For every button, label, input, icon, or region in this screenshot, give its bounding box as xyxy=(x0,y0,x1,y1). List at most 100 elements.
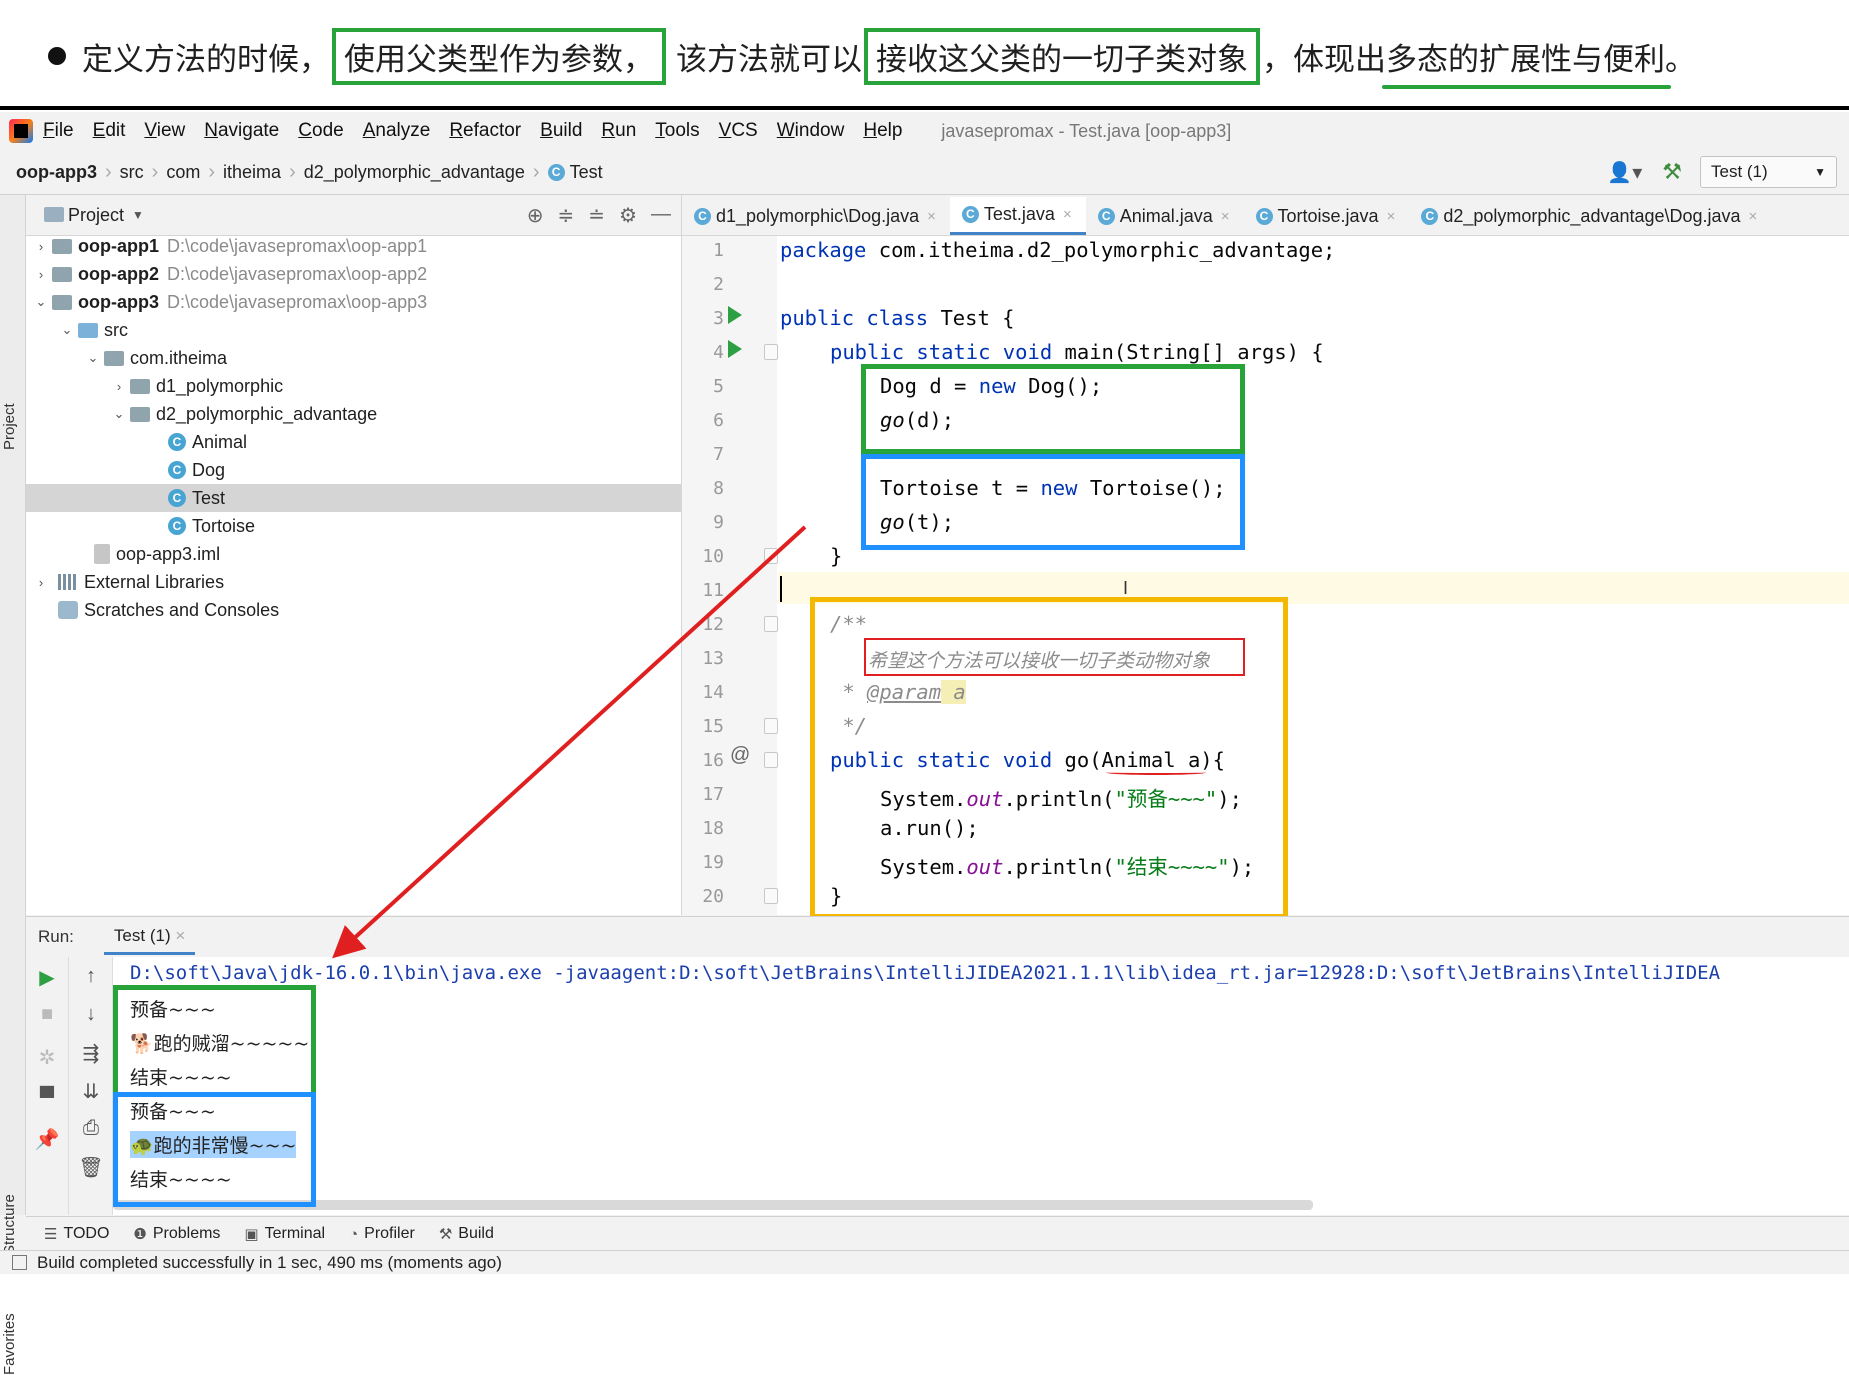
tree-item-tortoise[interactable]: C Tortoise xyxy=(26,512,681,540)
breadcrumb-src[interactable]: src xyxy=(112,162,152,183)
tree-item-oop-app1[interactable]: › oop-app1 D:\code\javasepromax\oop-app1 xyxy=(26,232,681,260)
tree-item-src[interactable]: ⌄ src xyxy=(26,316,681,344)
menu-vcs[interactable]: VCS xyxy=(719,120,758,142)
menu-navigate[interactable]: Navigate xyxy=(204,120,279,142)
close-icon[interactable]: × xyxy=(1749,208,1758,225)
fold-icon[interactable] xyxy=(764,718,778,734)
tree-item-iml[interactable]: oop-app3.iml xyxy=(26,540,681,568)
locate-icon[interactable]: ⊕ xyxy=(527,203,544,228)
chevron-right-icon[interactable]: › xyxy=(112,379,126,394)
structure-tool-button[interactable]: Structure xyxy=(1,1194,18,1255)
run-class-icon[interactable] xyxy=(728,306,742,324)
tree-item-animal[interactable]: C Animal xyxy=(26,428,681,456)
tool-tab-build[interactable]: ⚒ Build xyxy=(439,1225,494,1243)
fold-icon[interactable] xyxy=(764,616,778,632)
gear-icon[interactable]: ⚙ xyxy=(619,203,637,228)
menu-window[interactable]: Window xyxy=(777,120,845,142)
chevron-down-icon[interactable]: ⌄ xyxy=(112,406,126,422)
tab-tortoise[interactable]: C Tortoise.java × xyxy=(1244,197,1410,235)
chevron-right-icon[interactable]: › xyxy=(34,267,48,282)
chevron-right-icon[interactable]: › xyxy=(34,575,48,590)
chevron-down-icon[interactable]: ⌄ xyxy=(60,322,74,338)
menu-help[interactable]: Help xyxy=(863,120,902,142)
layout-icon[interactable]: ▀ xyxy=(26,1087,68,1110)
line-number: 13 xyxy=(702,648,724,669)
run-tab-test[interactable]: Test (1) × xyxy=(103,920,196,955)
run-main-icon[interactable] xyxy=(728,340,742,358)
menu-edit[interactable]: Edit xyxy=(93,120,126,142)
project-panel-title[interactable]: Project xyxy=(68,205,124,226)
close-icon[interactable]: × xyxy=(175,926,185,945)
tool-tab-terminal[interactable]: ▣ Terminal xyxy=(244,1225,325,1243)
class-icon: C xyxy=(168,517,186,535)
menu-code[interactable]: Code xyxy=(298,120,343,142)
chevron-down-icon[interactable]: ⌄ xyxy=(34,294,48,310)
tree-item-external-libraries[interactable]: › External Libraries xyxy=(26,568,681,596)
console-output[interactable] xyxy=(113,957,1849,1215)
close-icon[interactable]: × xyxy=(927,208,936,225)
fold-icon[interactable] xyxy=(764,888,778,904)
menu-tools[interactable]: Tools xyxy=(655,120,699,142)
soft-wrap-icon[interactable]: ⇶ xyxy=(70,1041,112,1066)
stop-icon[interactable]: ■ xyxy=(26,1003,68,1026)
expand-all-icon[interactable]: ≑ xyxy=(558,203,575,228)
breadcrumb-com[interactable]: com xyxy=(158,162,208,183)
print-icon[interactable]: ⎙ xyxy=(70,1117,112,1140)
tool-tab-profiler[interactable]: ◔ Profiler xyxy=(349,1225,415,1243)
fold-icon[interactable] xyxy=(764,344,778,360)
tree-item-label: Test xyxy=(192,487,226,508)
pin-icon[interactable]: 📌 xyxy=(26,1127,68,1152)
tool-tab-todo[interactable]: ☰ TODO xyxy=(44,1225,109,1243)
chevron-right-icon[interactable]: › xyxy=(34,239,48,254)
close-icon[interactable]: × xyxy=(1063,206,1072,223)
trash-icon[interactable]: 🗑 xyxy=(70,1155,112,1180)
breadcrumb-project[interactable]: oop-app3 xyxy=(8,162,105,183)
tool-tab-problems[interactable]: ❶ Problems xyxy=(133,1225,220,1243)
breadcrumb-itheima[interactable]: itheima xyxy=(215,162,289,183)
scroll-to-end-icon[interactable]: ⇊ xyxy=(70,1079,112,1104)
tree-item-oop-app2[interactable]: › oop-app2 D:\code\javasepromax\oop-app2 xyxy=(26,260,681,288)
override-at-icon[interactable]: @ xyxy=(730,744,750,767)
tab-animal[interactable]: C Animal.java × xyxy=(1086,197,1244,235)
arrow-down-icon[interactable]: ↓ xyxy=(70,1003,112,1026)
tab-test[interactable]: C Test.java × xyxy=(949,197,1086,235)
menu-file[interactable]: File xyxy=(43,120,74,142)
arrow-up-icon[interactable]: ↑ xyxy=(70,965,112,988)
chevron-down-icon[interactable]: ▼ xyxy=(132,208,144,222)
tree-item-d1-polymorphic[interactable]: › d1_polymorphic xyxy=(26,372,681,400)
rerun-icon[interactable]: ▶ xyxy=(26,965,68,990)
tree-item-d2-polymorphic-advantage[interactable]: ⌄ d2_polymorphic_advantage xyxy=(26,400,681,428)
tree-item-dog[interactable]: C Dog xyxy=(26,456,681,484)
hide-icon[interactable]: — xyxy=(651,203,671,228)
tab-d1-dog[interactable]: Cd1_polymorphic\Dog.java × xyxy=(682,197,950,235)
annotation-blue-box xyxy=(861,454,1245,550)
fold-icon[interactable] xyxy=(764,752,778,768)
build-hammer-icon[interactable]: ⚒ xyxy=(1662,159,1682,185)
menu-refactor[interactable]: Refactor xyxy=(449,120,521,142)
user-icon[interactable]: 👤▾ xyxy=(1607,160,1642,185)
breadcrumb-class[interactable]: C Test xyxy=(540,162,611,183)
tree-item-oop-app3[interactable]: ⌄ oop-app3 D:\code\javasepromax\oop-app3 xyxy=(26,288,681,316)
menu-analyze[interactable]: Analyze xyxy=(363,120,431,142)
project-tool-button[interactable]: Project xyxy=(1,403,18,450)
debug-icon[interactable]: ✲ xyxy=(26,1045,68,1070)
run-panel-header: Run: Test (1) × xyxy=(26,916,1849,957)
close-icon[interactable]: × xyxy=(1221,208,1230,225)
menu-build[interactable]: Build xyxy=(540,120,582,142)
run-configuration-select[interactable]: Test (1) ▼ xyxy=(1700,156,1837,188)
menu-run[interactable]: Run xyxy=(601,120,636,142)
tree-item-com-itheima[interactable]: ⌄ com.itheima xyxy=(26,344,681,372)
fold-icon[interactable] xyxy=(764,548,778,564)
close-icon[interactable]: × xyxy=(1387,208,1396,225)
tree-item-test[interactable]: C Test xyxy=(26,484,681,512)
favorites-tool-button[interactable]: Favorites xyxy=(1,1313,18,1375)
tab-label: d2_polymorphic_advantage\Dog.java xyxy=(1443,205,1741,226)
breadcrumb-package[interactable]: d2_polymorphic_advantage xyxy=(296,162,533,183)
tab-label: d1_polymorphic\Dog.java xyxy=(716,205,920,226)
tree-item-scratches[interactable]: Scratches and Consoles xyxy=(26,596,681,624)
status-toggle-icon[interactable] xyxy=(12,1255,27,1270)
collapse-all-icon[interactable]: ≐ xyxy=(588,203,605,228)
menu-view[interactable]: View xyxy=(144,120,185,142)
chevron-down-icon[interactable]: ⌄ xyxy=(86,350,100,366)
tab-d2-dog[interactable]: Cd2_polymorphic_advantage\Dog.java × xyxy=(1409,197,1771,235)
